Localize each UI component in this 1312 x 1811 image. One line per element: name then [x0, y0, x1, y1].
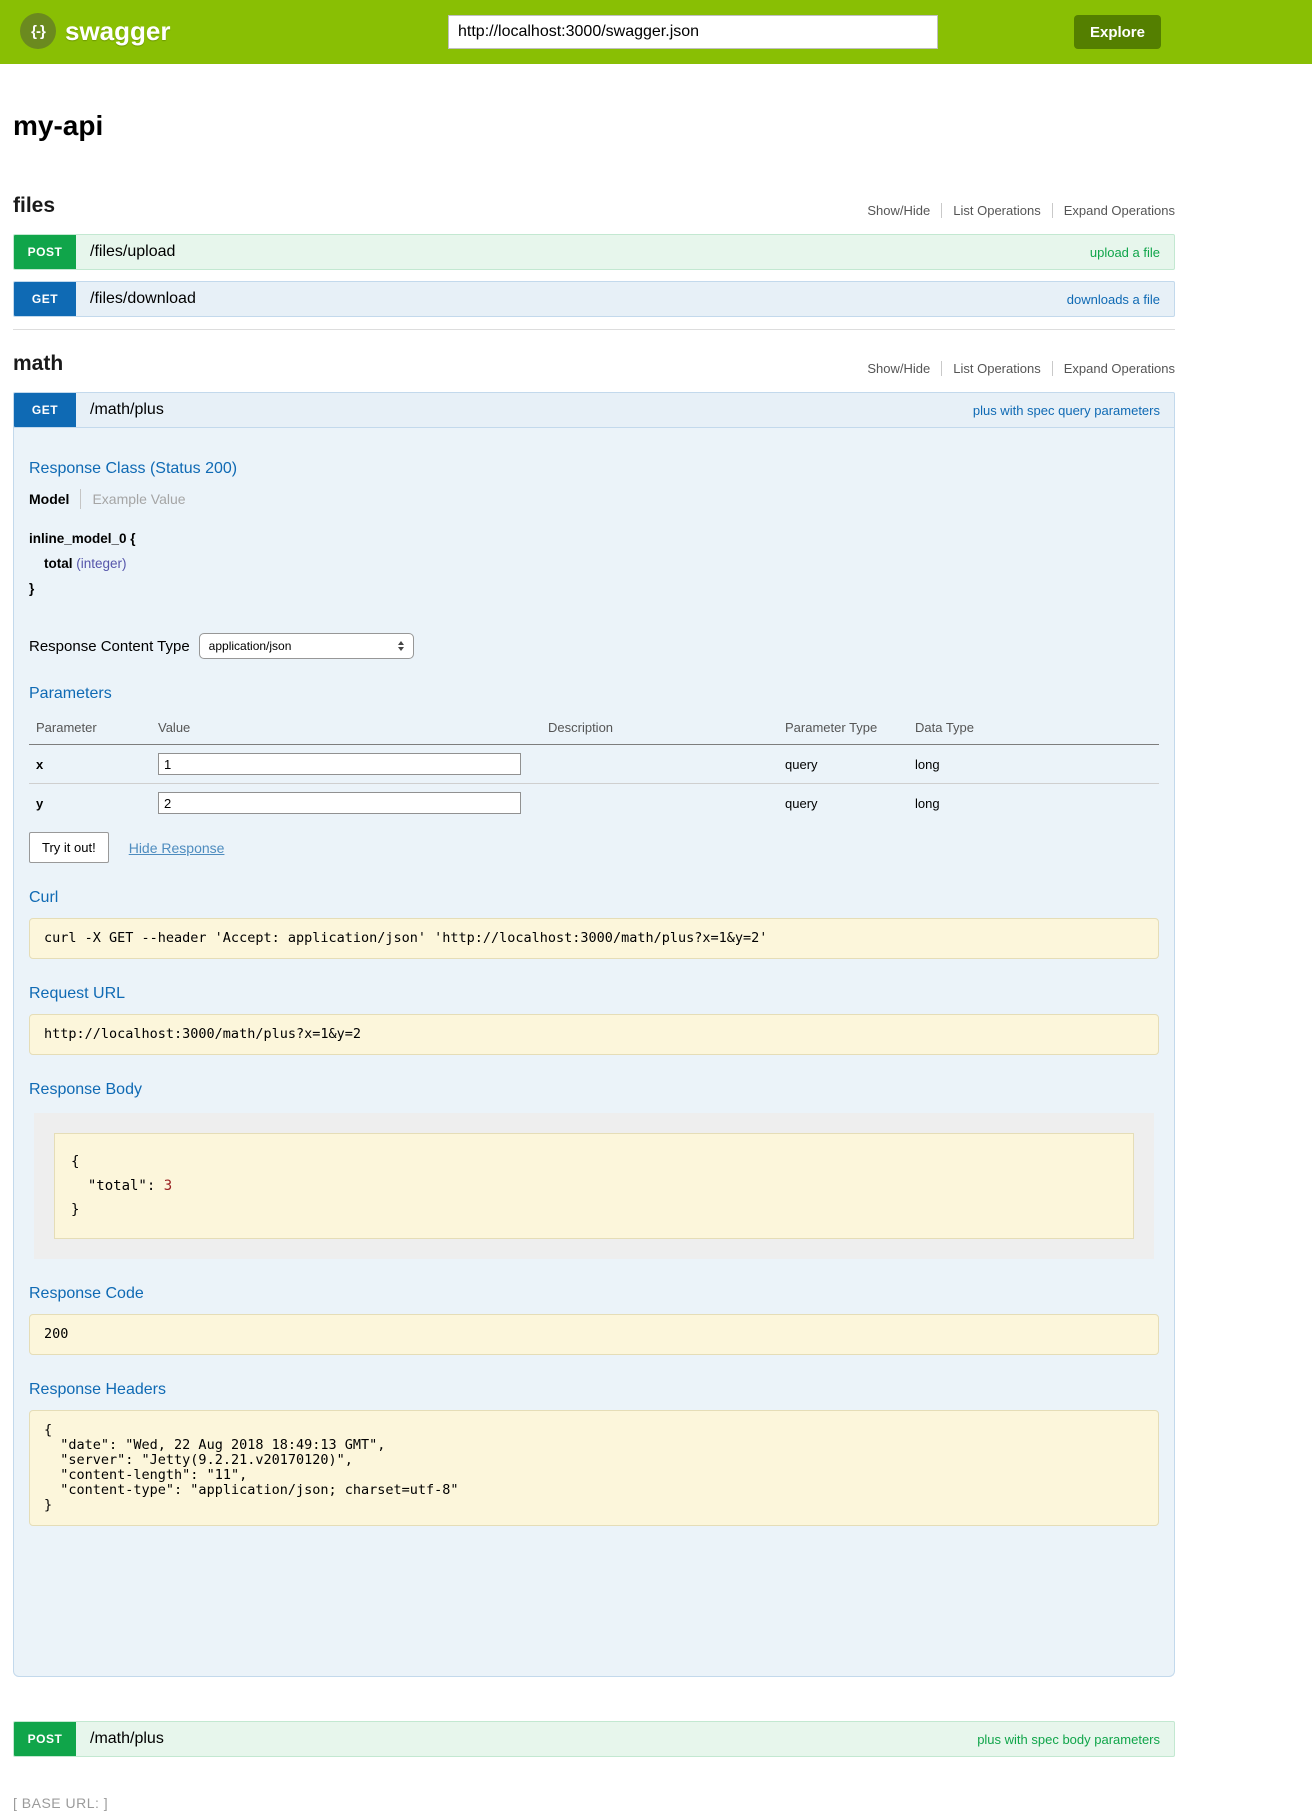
expand-operations-link[interactable]: Expand Operations — [1052, 203, 1175, 218]
operation-summary-link[interactable]: downloads a file — [1067, 292, 1160, 307]
base-url-label: [ BASE URL: ] — [13, 1795, 108, 1811]
main-content: my-api files Show/Hide List Operations E… — [13, 110, 1175, 1811]
response-content-type-label: Response Content Type — [29, 638, 190, 655]
model-property-type: (integer) — [76, 556, 126, 571]
operation-get-math-plus: GET /math/plus plus with spec query para… — [13, 392, 1175, 1677]
method-badge-post[interactable]: POST — [14, 235, 76, 269]
method-badge-get[interactable]: GET — [14, 282, 76, 316]
param-description — [544, 784, 781, 823]
operation-row-post-files-upload[interactable]: POST /files/upload upload a file — [13, 234, 1175, 270]
curl-heading: Curl — [29, 889, 1159, 907]
curl-command-block: curl -X GET --header 'Accept: applicatio… — [29, 918, 1159, 959]
col-header-data-type: Data Type — [911, 714, 1159, 745]
response-body-heading: Response Body — [29, 1081, 1159, 1099]
response-body-block: { "total": 3} — [54, 1133, 1134, 1239]
request-url-block: http://localhost:3000/math/plus?x=1&y=2 — [29, 1014, 1159, 1055]
model-property-name: total — [44, 556, 73, 571]
method-badge-post[interactable]: POST — [14, 1722, 76, 1756]
spec-url-input[interactable] — [448, 15, 938, 49]
method-badge-get[interactable]: GET — [14, 393, 76, 427]
param-name: y — [29, 784, 154, 823]
response-headers-block: { "date": "Wed, 22 Aug 2018 18:49:13 GMT… — [29, 1410, 1159, 1526]
section-title-math[interactable]: math — [13, 352, 63, 376]
try-row: Try it out! Hide Response — [29, 832, 1159, 863]
list-operations-link[interactable]: List Operations — [941, 361, 1051, 376]
operation-path[interactable]: /math/plus — [90, 1730, 164, 1748]
param-data-type: long — [911, 745, 1159, 784]
param-y-input[interactable] — [158, 792, 521, 814]
response-body-container: { "total": 3} — [34, 1113, 1154, 1259]
json-open-brace: { — [71, 1150, 1117, 1174]
parameters-table: Parameter Value Description Parameter Ty… — [29, 714, 1159, 822]
select-arrows-icon — [398, 641, 404, 651]
operation-summary-link[interactable]: upload a file — [1090, 245, 1160, 260]
operation-summary-link[interactable]: plus with spec query parameters — [973, 403, 1160, 418]
try-it-out-button[interactable]: Try it out! — [29, 832, 109, 863]
param-type: query — [781, 784, 911, 823]
swagger-logo[interactable]: {-} swagger — [20, 13, 171, 49]
model-close-brace: } — [29, 581, 34, 596]
json-number-value: 3 — [164, 1178, 172, 1194]
tab-model[interactable]: Model — [29, 491, 69, 507]
swagger-logo-icon: {-} — [20, 13, 56, 49]
section-files: files Show/Hide List Operations Expand O… — [13, 194, 1175, 317]
param-description — [544, 745, 781, 784]
tab-separator — [80, 489, 81, 509]
response-content-type-select[interactable]: application/json — [199, 633, 414, 659]
section-controls-files: Show/Hide List Operations Expand Operati… — [867, 203, 1175, 218]
show-hide-link[interactable]: Show/Hide — [867, 361, 941, 376]
parameters-heading: Parameters — [29, 685, 1159, 703]
col-header-value: Value — [154, 714, 544, 745]
response-code-block: 200 — [29, 1314, 1159, 1355]
operation-row-get-files-download[interactable]: GET /files/download downloads a file — [13, 281, 1175, 317]
logo-glyph: {-} — [31, 23, 45, 40]
param-data-type: long — [911, 784, 1159, 823]
table-row-x: x query long — [29, 745, 1159, 784]
top-header: {-} swagger Explore — [0, 0, 1312, 64]
section-head-files: files Show/Hide List Operations Expand O… — [13, 194, 1175, 218]
list-operations-link[interactable]: List Operations — [941, 203, 1051, 218]
col-header-parameter: Parameter — [29, 714, 154, 745]
section-divider — [13, 329, 1175, 330]
show-hide-link[interactable]: Show/Hide — [867, 203, 941, 218]
expand-operations-link[interactable]: Expand Operations — [1052, 361, 1175, 376]
tab-example-value[interactable]: Example Value — [92, 491, 185, 507]
param-x-input[interactable] — [158, 753, 521, 775]
operation-summary-link[interactable]: plus with spec body parameters — [977, 1732, 1160, 1747]
base-url-footer: [ BASE URL: ] — [13, 1795, 1175, 1811]
section-title-files[interactable]: files — [13, 194, 55, 218]
operation-detail-panel: Response Class (Status 200) Model Exampl… — [13, 428, 1175, 1677]
table-row-y: y query long — [29, 784, 1159, 823]
response-content-type-row: Response Content Type application/json — [29, 633, 1159, 659]
section-math: math Show/Hide List Operations Expand Op… — [13, 352, 1175, 1757]
hide-response-link[interactable]: Hide Response — [129, 840, 225, 856]
operation-path[interactable]: /files/upload — [90, 243, 175, 261]
model-name: inline_model_0 { — [29, 531, 136, 546]
col-header-parameter-type: Parameter Type — [781, 714, 911, 745]
explore-button[interactable]: Explore — [1074, 15, 1161, 49]
operation-row-post-math-plus[interactable]: POST /math/plus plus with spec body para… — [13, 1721, 1175, 1757]
operation-path[interactable]: /math/plus — [90, 401, 164, 419]
model-tabs: Model Example Value — [29, 489, 1159, 509]
selected-content-type: application/json — [209, 639, 292, 653]
json-close-brace: } — [71, 1198, 1117, 1222]
col-header-description: Description — [544, 714, 781, 745]
param-type: query — [781, 745, 911, 784]
app-name: swagger — [65, 16, 171, 47]
param-name: x — [29, 745, 154, 784]
response-code-heading: Response Code — [29, 1285, 1159, 1303]
operation-path[interactable]: /files/download — [90, 290, 196, 308]
json-key: "total": — [71, 1178, 164, 1194]
response-class-heading: Response Class (Status 200) — [29, 460, 1159, 478]
request-url-heading: Request URL — [29, 985, 1159, 1003]
section-head-math: math Show/Hide List Operations Expand Op… — [13, 352, 1175, 376]
response-headers-heading: Response Headers — [29, 1381, 1159, 1399]
section-controls-math: Show/Hide List Operations Expand Operati… — [867, 361, 1175, 376]
page-title: my-api — [13, 110, 1175, 142]
operation-row-get-math-plus[interactable]: GET /math/plus plus with spec query para… — [13, 392, 1175, 428]
model-signature: inline_model_0 { total (integer) } — [29, 526, 1159, 601]
